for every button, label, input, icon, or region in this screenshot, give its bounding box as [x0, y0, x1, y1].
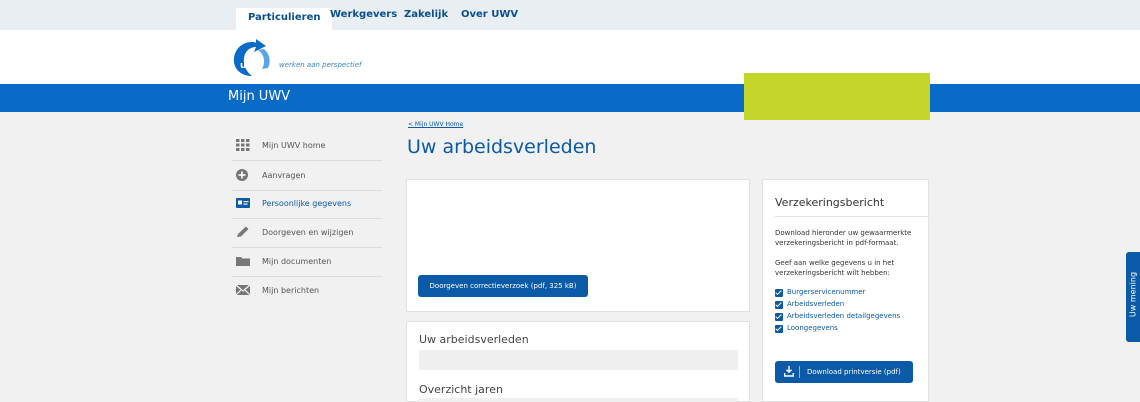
logo-tagline: werken aan perspectief: [279, 61, 362, 69]
download-button-label: Download printversie (pdf): [807, 368, 901, 376]
download-printversion-button[interactable]: Download printversie (pdf): [775, 361, 913, 383]
sidebar-item-persoonlijke-gegevens[interactable]: Persoonlijke gegevens: [232, 189, 382, 219]
checkbox-label: Arbeidsverleden detailgegevens: [787, 312, 901, 320]
checkbox-checked-icon[interactable]: [775, 313, 783, 321]
sidebar-item-mijn-uwv-home[interactable]: Mijn UWV home: [232, 131, 382, 161]
sidebar-item-doorgeven-en-wijzigen[interactable]: Doorgeven en wijzigen: [232, 218, 382, 248]
insurance-report-instruction: Geef aan welke gegevens u in het verzeke…: [775, 259, 895, 277]
grid-icon: [236, 139, 250, 151]
page-title: Uw arbeidsverleden: [407, 136, 597, 158]
checkbox-checked-icon[interactable]: [775, 289, 783, 297]
checkbox-checked-icon[interactable]: [775, 301, 783, 309]
feedback-tab-label: Uw mening: [1128, 271, 1138, 318]
uwv-logo[interactable]: uwv: [230, 38, 274, 78]
sidebar-item-label: Mijn berichten: [262, 286, 320, 295]
feedback-tab[interactable]: Uw mening: [1126, 252, 1140, 342]
sidebar-item-label: Mijn documenten: [262, 257, 332, 266]
uwv-logo-icon: uwv: [233, 39, 270, 76]
breadcrumb-home-link[interactable]: < Mijn UWV Home: [408, 121, 463, 128]
sidebar-item-aanvragen[interactable]: Aanvragen: [232, 161, 382, 191]
work-history-title: Uw arbeidsverleden: [419, 333, 529, 346]
work-history-placeholder: [419, 350, 738, 370]
correction-request-button[interactable]: Doorgeven correctieverzoek (pdf, 325 kB): [418, 275, 588, 297]
sidebar-item-mijn-berichten[interactable]: Mijn berichten: [232, 276, 382, 306]
banner-title: Mijn UWV: [228, 89, 291, 104]
promo-block: [744, 73, 930, 120]
divider: [775, 216, 929, 217]
download-icon: [784, 366, 794, 377]
mijn-uwv-banner: [0, 84, 1140, 112]
folder-icon: [236, 257, 250, 266]
checkbox-label: Arbeidsverleden: [787, 300, 845, 308]
insurance-report-title: Verzekeringsbericht: [775, 196, 885, 209]
checkbox-checked-icon[interactable]: [775, 325, 783, 333]
sidebar-item-label: Persoonlijke gegevens: [262, 199, 352, 208]
tab-over-uwv[interactable]: Over UWV: [461, 9, 518, 20]
pencil-icon: [237, 226, 249, 237]
sidebar-item-label: Doorgeven en wijzigen: [262, 228, 354, 237]
sidebar-item-label: Aanvragen: [262, 171, 306, 180]
header-logo-area: [0, 30, 1140, 84]
sidebar-item-mijn-documenten[interactable]: Mijn documenten: [232, 247, 382, 277]
envelope-icon: [236, 284, 250, 296]
top-navigation: Particulieren Werkgevers Zakelijk Over U…: [0, 0, 1140, 30]
tab-werkgevers[interactable]: Werkgevers: [330, 9, 397, 20]
checkbox-label: Burgerservicenummer: [787, 288, 866, 296]
tab-zakelijk[interactable]: Zakelijk: [404, 9, 448, 20]
button-separator: [799, 366, 800, 378]
sidebar-item-label: Mijn UWV home: [262, 141, 326, 150]
plus-circle-icon: [236, 169, 248, 181]
id-card-icon: [236, 198, 250, 208]
years-overview-placeholder: [419, 398, 738, 402]
checkbox-label: Loongegevens: [787, 324, 838, 332]
tab-particulieren[interactable]: Particulieren: [236, 8, 333, 30]
svg-text:uwv: uwv: [240, 61, 261, 71]
insurance-report-intro: Download hieronder uw gewaarmerkte verze…: [775, 229, 912, 247]
years-overview-title: Overzicht jaren: [419, 383, 503, 396]
